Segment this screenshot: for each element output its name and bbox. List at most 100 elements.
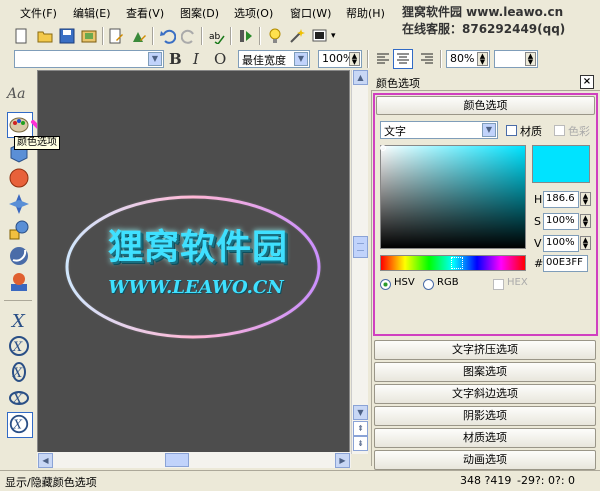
stepper-arrows-icon[interactable]: ▲ ▼ [580,236,591,250]
outline-button[interactable]: O [214,50,226,68]
saturation-field[interactable]: 100% [543,213,579,230]
spacing-stepper[interactable]: ▲ ▼ [494,50,538,68]
bold-button[interactable]: B [169,50,182,68]
text-options-icon[interactable]: Aa [7,86,31,110]
width-mode-select[interactable]: 最佳宽度 ▼ [238,50,310,68]
scroll-left-icon[interactable]: ◀ [38,453,53,468]
scroll-down-icon[interactable]: ▼ [353,405,368,420]
align-center-button[interactable] [393,49,413,69]
rgb-radio[interactable] [423,279,434,290]
sphere-icon[interactable] [7,166,31,190]
frame-icon[interactable] [238,28,254,44]
light-icon[interactable] [267,28,283,44]
svg-text:ab: ab [209,32,221,42]
extrude-options-button[interactable]: 文字挤压选项 [374,340,596,360]
stepper-arrows-icon[interactable]: ▲ ▼ [525,52,536,66]
line-spacing-stepper[interactable]: 80% ▲ ▼ [446,50,490,68]
hsv-radio[interactable] [380,279,391,290]
wand-icon[interactable] [289,28,305,44]
hue-field[interactable]: 186.6 [543,191,579,208]
stepper-arrows-icon[interactable]: ▲ ▼ [349,52,360,66]
chevron-down-icon[interactable]: ▼ [294,52,308,66]
color-label: 色彩 [568,125,590,138]
canvas[interactable]: 狸窝软件园 WWW.LEAWO.CN [37,70,350,454]
hex-label: # [534,257,544,270]
chevron-down-icon[interactable]: ▼ [148,52,162,66]
spell-check-icon[interactable]: ab [209,28,225,44]
scroll-up-icon[interactable]: ▲ [353,70,368,85]
rgb-label: RGB [437,277,459,288]
picker-cursor-icon[interactable] [380,145,386,151]
value-field[interactable]: 100% [543,235,579,252]
hex-field[interactable]: 00E3FF [543,255,588,272]
menu-file[interactable]: 文件(F) [20,5,57,21]
material-checkbox[interactable] [506,125,517,136]
render-window-icon[interactable] [312,28,328,44]
redo-icon[interactable] [181,28,197,44]
stepper-arrows-icon[interactable]: ▲ ▼ [477,52,488,66]
hue-cursor-icon[interactable] [451,257,463,269]
horizontal-scrollbar[interactable]: ◀ ▶ [37,452,351,468]
scroll-thumb[interactable] [353,236,368,258]
color-checkbox[interactable] [554,125,565,136]
rotate-z-icon[interactable]: X [7,360,31,384]
chevron-down-icon[interactable]: ▼ [482,123,496,137]
vertical-scrollbar[interactable]: ▲ ▼ ⇞ ⇟ [351,70,368,454]
animation-options-button[interactable]: 动画选项 [374,450,596,470]
status-coords: 348 ?419 [460,474,512,487]
rotate-x-icon[interactable]: X [7,308,31,332]
shadow-options-button[interactable]: 阴影选项 [374,406,596,426]
save-icon[interactable] [59,28,75,44]
menu-pattern[interactable]: 图案(D) [180,5,219,21]
color-options-header-button[interactable]: 颜色选项 [376,96,595,115]
insert-image-icon[interactable] [131,28,147,44]
main-toolbar: ab ▾ [0,25,600,47]
canvas-subtitle-text: WWW.LEAWO.CN [108,277,284,298]
canvas-title-text: 狸窝软件园 [107,228,288,268]
align-right-icon[interactable] [419,51,435,67]
material-options-button[interactable]: 材质选项 [374,428,596,448]
scroll-right-icon[interactable]: ▶ [335,453,350,468]
rotate-free-button[interactable]: X [7,412,33,438]
italic-button[interactable]: I [193,50,199,68]
font-select[interactable]: ▼ [14,50,164,68]
page-up-icon[interactable]: ⇞ [353,421,368,436]
new-file-icon[interactable] [13,28,29,44]
bevel-icon[interactable] [7,192,31,216]
material-ball-icon[interactable] [7,244,31,268]
hsv-label: HSV [394,277,415,288]
menu-help[interactable]: 帮助(H) [346,5,385,21]
spin-icon[interactable]: X [7,386,31,410]
menu-edit[interactable]: 编辑(E) [73,5,111,21]
pattern-options-button[interactable]: 图案选项 [374,362,596,382]
align-left-icon[interactable] [375,51,391,67]
export-icon[interactable] [81,28,97,44]
menu-view[interactable]: 查看(V) [126,5,164,21]
saturation-value-picker[interactable] [380,145,526,249]
menu-options[interactable]: 选项(O) [234,5,273,21]
rotate-free-icon: X [9,414,29,434]
open-folder-icon[interactable] [37,28,53,44]
svg-text:X: X [13,418,23,432]
hue-slider[interactable] [380,255,526,271]
panel-title: 颜色选项 [376,77,420,90]
stepper-arrows-icon[interactable]: ▲ ▼ [580,192,591,206]
insert-text-icon[interactable] [108,28,124,44]
svg-text:X: X [12,340,23,355]
bevel-options-button[interactable]: 文字斜边选项 [374,384,596,404]
undo-icon[interactable] [160,28,176,44]
menu-window[interactable]: 窗口(W) [290,5,331,21]
scroll-thumb[interactable] [165,453,189,467]
stepper-arrows-icon[interactable]: ▲ ▼ [580,214,591,228]
rotate-y-icon[interactable]: X [7,334,31,358]
page-down-icon[interactable]: ⇟ [353,436,368,451]
color-target-select[interactable]: 文字 ▼ [380,121,498,139]
shapes-icon[interactable] [7,218,31,242]
lighting-icon[interactable] [7,270,31,294]
dropdown-arrow-icon[interactable]: ▾ [331,31,336,41]
close-icon[interactable]: × [580,75,594,89]
svg-text:X: X [12,392,23,407]
zoom-stepper[interactable]: 100% ▲ ▼ [318,50,362,68]
hex-mode-checkbox[interactable] [493,279,504,290]
tooltip: 颜色选项 [14,136,60,150]
